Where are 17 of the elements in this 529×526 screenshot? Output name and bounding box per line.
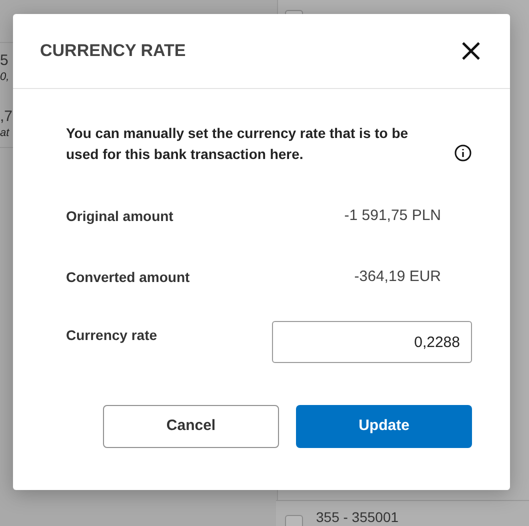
background-text: at [0, 126, 10, 141]
info-icon[interactable] [454, 144, 472, 162]
cancel-button[interactable]: Cancel [103, 405, 279, 448]
row-label: 355 - 355001 [316, 508, 399, 526]
field-value: -364,19 EUR [354, 266, 441, 287]
field-value: -1 591,75 PLN [344, 206, 441, 226]
field-label: Currency rate [66, 326, 158, 345]
background-text: 0, [0, 70, 10, 85]
rate-input[interactable]: 0,2288 [272, 321, 472, 363]
description-text: You can manually set the currency rate that is to be used for this bank transaction here. [66, 124, 410, 164]
background-text: 5 [0, 51, 8, 71]
dialog-title: CURRENCY RATE [40, 40, 186, 62]
background-text: ,7 [0, 107, 13, 127]
field-label: Converted amount [66, 268, 190, 286]
close-icon[interactable] [460, 40, 482, 62]
update-button[interactable]: Update [296, 405, 472, 448]
field-label: Original amount [66, 206, 174, 226]
